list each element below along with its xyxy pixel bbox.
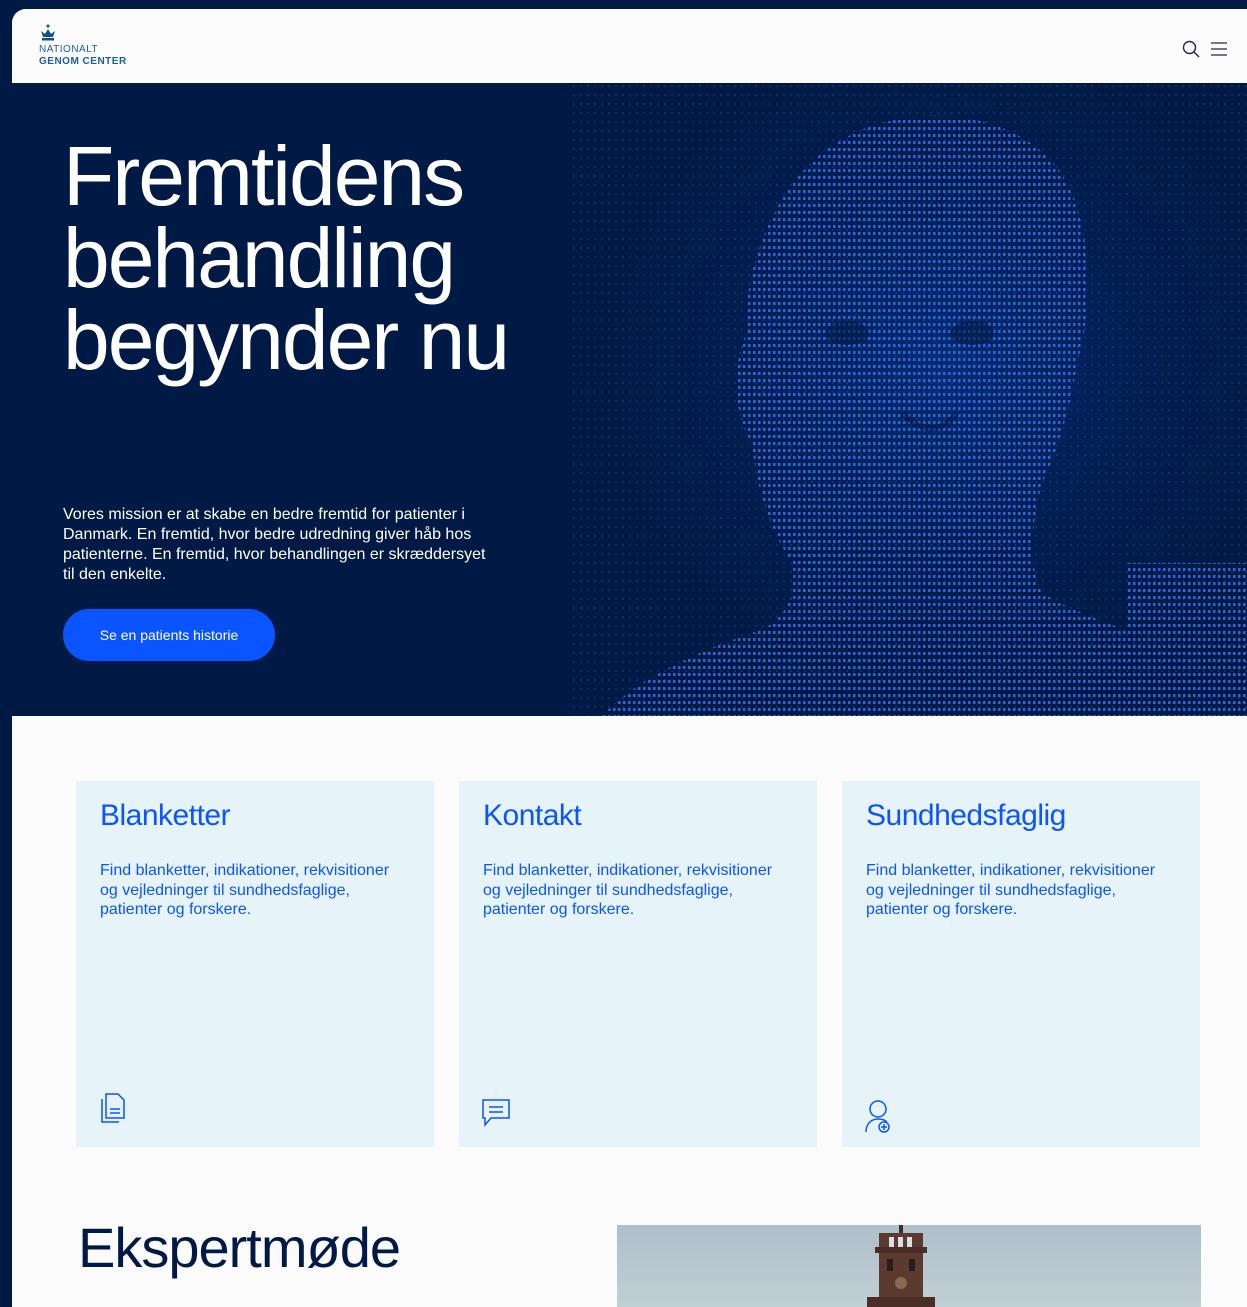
card-text: Find blanketter, indikationer, rekvisiti… <box>866 862 1156 918</box>
card-kontakt[interactable]: Kontakt Find blanketter, indikationer, r… <box>459 781 817 1147</box>
crown-icon <box>41 24 55 41</box>
hero-title-line-3: begynder nu <box>63 293 510 387</box>
dna-portrait-image <box>572 83 1247 716</box>
card-title: Kontakt <box>483 799 582 832</box>
card-sundhedsfaglig[interactable]: Sundhedsfaglig Find blanketter, indikati… <box>842 781 1200 1147</box>
hero-title-line-1: Fremtidens <box>63 129 465 223</box>
logo-line-2: GENOM CENTER <box>39 56 127 67</box>
card-title: Sundhedsfaglig <box>866 799 1066 832</box>
hero-title: Fremtidens behandling begynder nu <box>63 129 623 387</box>
card-blanketter[interactable]: Blanketter Find blanketter, indikationer… <box>76 781 434 1147</box>
chat-bubble-icon <box>482 1099 510 1128</box>
site-header: NATIONALT GENOM CENTER <box>12 9 1247 83</box>
city-tower-image <box>617 1225 1201 1307</box>
card-text: Find blanketter, indikationer, rekvisiti… <box>483 862 773 918</box>
user-add-icon <box>865 1100 890 1133</box>
document-icon <box>101 1093 125 1123</box>
page-frame: NATIONALT GENOM CENTER Fremtidens behand… <box>12 9 1247 1307</box>
search-icon[interactable] <box>1181 39 1201 59</box>
section-title-ekspertmode: Ekspertmøde <box>78 1216 401 1279</box>
hero-section: Fremtidens behandling begynder nu Vores … <box>12 83 1247 716</box>
hero-title-line-2: behandling <box>63 211 456 305</box>
card-text: Find blanketter, indikationer, rekvisiti… <box>100 862 390 918</box>
card-title: Blanketter <box>100 799 231 832</box>
patient-story-button[interactable]: Se en patients historie <box>63 609 275 661</box>
logo-line-1: NATIONALT <box>39 44 99 55</box>
hero-description: Vores mission er at skabe en bedre fremt… <box>63 506 486 583</box>
hamburger-menu-icon[interactable] <box>1209 39 1229 59</box>
